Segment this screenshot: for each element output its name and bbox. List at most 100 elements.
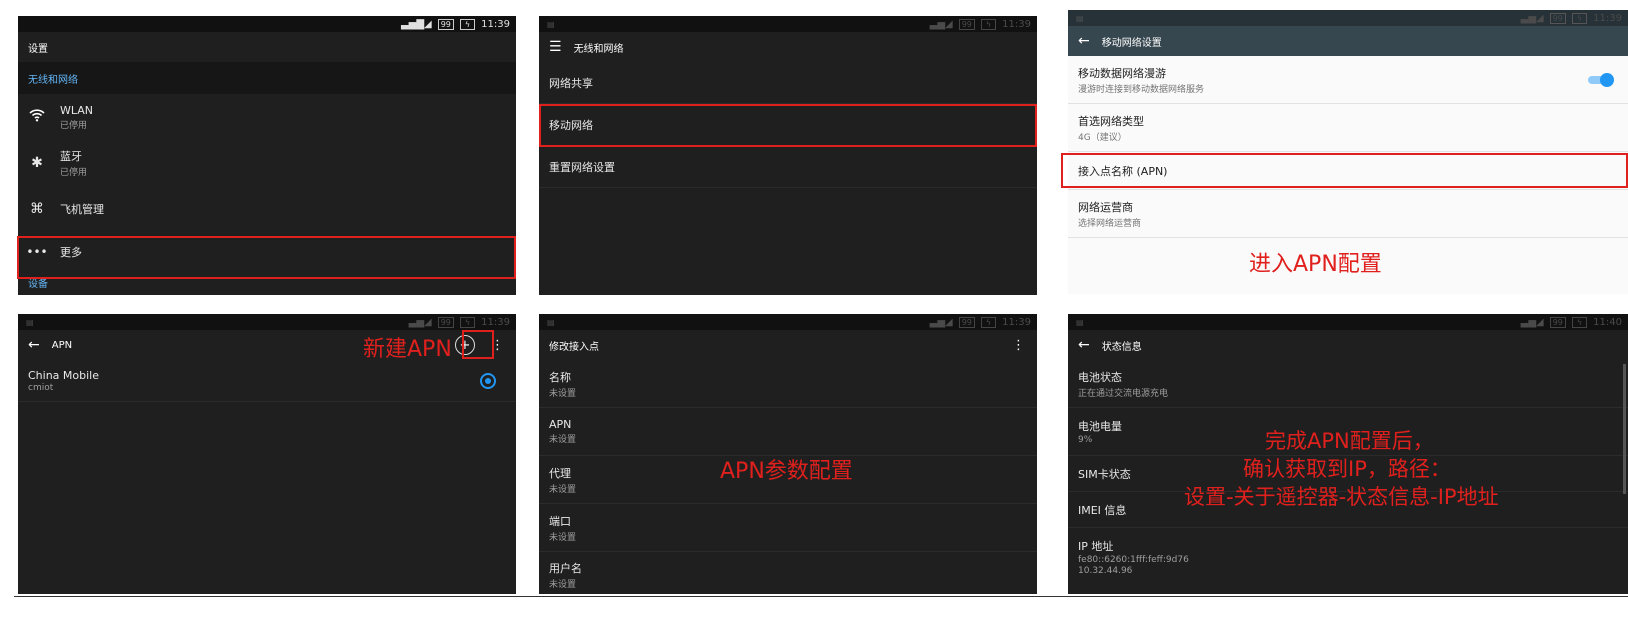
app-bar: ☰ 无线和网络 bbox=[539, 32, 1037, 62]
item-sub: 漫游时连接到移动数据网络服务 bbox=[1078, 84, 1205, 95]
status-battery-state: 电池状态正在通过交流电源充电 bbox=[1068, 360, 1628, 408]
item-label: 电池状态 bbox=[1078, 370, 1122, 384]
item-sub: 已停用 bbox=[60, 168, 88, 178]
signal-icon: ▃▅◢ bbox=[929, 18, 953, 30]
status-time: 11:39 bbox=[481, 18, 510, 30]
setting-operator[interactable]: 网络运营商选择网络运营商 bbox=[1068, 190, 1628, 238]
field-label: 用户名 bbox=[549, 561, 582, 575]
notification-icon: ▤ bbox=[547, 317, 555, 327]
field-name[interactable]: 名称 未设置 bbox=[539, 360, 1037, 408]
annotation-enter-apn: 进入APN配置 bbox=[1249, 252, 1382, 277]
field-label: 端口 bbox=[549, 514, 571, 528]
apn-name: China Mobile bbox=[28, 368, 100, 382]
charging-icon: ϟ bbox=[459, 316, 476, 328]
panel-wireless-networks: ▤ ▃▅◢ 99 ϟ 11:39 ☰ 无线和网络 网络共享 移动网络 重置网络设… bbox=[539, 16, 1037, 295]
app-bar: ← 状态信息 bbox=[1068, 330, 1628, 360]
battery-indicator: 99 bbox=[437, 316, 454, 328]
settings-item-airplane[interactable]: ⌘ 飞机管理 bbox=[18, 186, 516, 232]
battery-indicator: 99 bbox=[958, 316, 975, 328]
field-port[interactable]: 端口 未设置 bbox=[539, 504, 1037, 552]
field-value: 未设置 bbox=[549, 435, 577, 445]
item-label: WLAN bbox=[60, 103, 94, 117]
apn-sub: cmiot bbox=[28, 382, 54, 393]
status-bar: ▤ ▃▅◢ 99 ϟ 11:40 bbox=[1068, 314, 1628, 330]
page-title: 无线和网络 bbox=[573, 43, 624, 55]
item-label: IMEI 信息 bbox=[1078, 503, 1127, 517]
highlight-more bbox=[17, 236, 516, 279]
item-label: 移动数据网络漫游 bbox=[1078, 66, 1166, 80]
radio-selected-icon[interactable] bbox=[480, 372, 496, 389]
ip-v4: 10.32.44.96 bbox=[1078, 566, 1133, 576]
item-label: IP 地址 bbox=[1078, 540, 1114, 553]
setting-network-type[interactable]: 首选网络类型 4G（建议） bbox=[1068, 104, 1628, 152]
status-time: 11:39 bbox=[1593, 12, 1622, 24]
back-arrow-icon[interactable]: ← bbox=[1078, 337, 1090, 353]
list-item-reset-network[interactable]: 重置网络设置 bbox=[539, 146, 1037, 188]
notification-icon: ▤ bbox=[1076, 317, 1084, 327]
charging-icon: ϟ bbox=[980, 18, 997, 30]
item-sub: 选择网络运营商 bbox=[1078, 218, 1142, 229]
charging-icon: ϟ bbox=[1571, 316, 1588, 328]
bluetooth-icon: ✱ bbox=[31, 155, 43, 171]
field-value: 未设置 bbox=[549, 484, 577, 495]
field-label: 代理 bbox=[549, 466, 571, 480]
battery-indicator: 99 bbox=[1549, 12, 1566, 24]
notification-icon: ▤ bbox=[547, 19, 555, 29]
field-label: APN bbox=[549, 418, 572, 431]
status-bar: ▃▅▇◢ 99 ϟ 11:39 bbox=[18, 16, 516, 32]
highlight-add-apn bbox=[462, 330, 494, 359]
status-time: 11:40 bbox=[1593, 316, 1622, 328]
overflow-menu-icon[interactable]: ⋮ bbox=[1012, 338, 1025, 353]
field-value: 未设置 bbox=[549, 579, 577, 590]
settings-item-bluetooth[interactable]: ✱ 蓝牙已停用 bbox=[18, 140, 516, 186]
setting-roaming[interactable]: 移动数据网络漫游漫游时连接到移动数据网络服务 bbox=[1068, 56, 1628, 104]
field-value: 未设置 bbox=[549, 388, 577, 399]
ip-v6: fe80::6260:1fff:feff:9d76 bbox=[1078, 555, 1189, 565]
back-arrow-icon[interactable]: ← bbox=[28, 337, 40, 353]
app-bar: 修改接入点 ⋮ bbox=[539, 330, 1037, 360]
battery-indicator: 99 bbox=[1549, 316, 1566, 328]
charging-icon: ϟ bbox=[980, 316, 997, 328]
field-label: 名称 bbox=[549, 370, 571, 384]
bottom-line bbox=[14, 596, 1628, 597]
status-ip-address: IP 地址fe80::6260:1fff:feff:9d76 10.32.44.9… bbox=[1068, 528, 1628, 586]
field-apn[interactable]: APN 未设置 bbox=[539, 408, 1037, 456]
page-title: 设置 bbox=[28, 43, 48, 55]
annotation-complete-line-3: 设置-关于遥控器-状态信息-IP地址 bbox=[1184, 485, 1499, 509]
field-username[interactable]: 用户名 未设置 bbox=[539, 552, 1037, 594]
list-item-tethering[interactable]: 网络共享 bbox=[539, 62, 1037, 104]
charging-icon: ϟ bbox=[459, 18, 476, 30]
airplane-icon: ⌘ bbox=[30, 201, 44, 217]
wifi-icon bbox=[24, 108, 50, 126]
highlight-mobile-network bbox=[539, 104, 1037, 147]
item-label: 网络运营商 bbox=[1078, 200, 1133, 214]
item-label: 蓝牙 bbox=[60, 150, 82, 163]
scrollbar[interactable] bbox=[1623, 364, 1626, 494]
section-header: 无线和网络 bbox=[18, 62, 516, 94]
battery-indicator: 99 bbox=[958, 18, 975, 30]
item-sub: 正在通过交流电源充电 bbox=[1078, 388, 1169, 399]
annotation-apn-params: APN参数配置 bbox=[720, 459, 853, 484]
annotation-complete-line-2: 确认获取到IP，路径： bbox=[1243, 457, 1451, 481]
signal-icon: ▃▅◢ bbox=[929, 316, 953, 328]
status-time: 11:39 bbox=[481, 316, 510, 328]
toggle-on-icon[interactable] bbox=[1586, 72, 1614, 87]
signal-icon: ▃▅◢ bbox=[408, 316, 432, 328]
field-value: 未设置 bbox=[549, 532, 577, 543]
signal-icon: ▃▅◢ bbox=[1520, 12, 1544, 24]
item-label: 电池电量 bbox=[1078, 420, 1122, 433]
menu-icon[interactable]: ☰ bbox=[549, 39, 562, 55]
page-title: APN bbox=[51, 339, 73, 351]
status-time: 11:39 bbox=[1002, 18, 1031, 30]
item-label: 重置网络设置 bbox=[549, 160, 615, 174]
signal-icon: ▃▅◢ bbox=[1520, 316, 1544, 328]
item-label: 飞机管理 bbox=[60, 203, 104, 216]
back-arrow-icon[interactable]: ← bbox=[1078, 33, 1090, 49]
apn-entry[interactable]: China Mobile cmiot bbox=[18, 360, 516, 402]
settings-item-wlan[interactable]: WLAN 已停用 bbox=[18, 94, 516, 140]
item-label: 网络共享 bbox=[549, 76, 593, 90]
signal-icon: ▃▅▇◢ bbox=[400, 18, 432, 30]
app-bar: 设置 bbox=[18, 32, 516, 62]
charging-icon: ϟ bbox=[1571, 12, 1588, 24]
notification-icon: ▤ bbox=[1076, 13, 1084, 23]
